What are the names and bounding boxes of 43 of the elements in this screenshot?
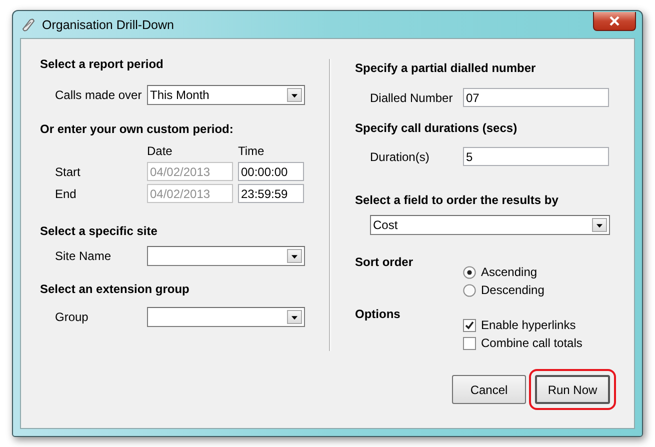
scroll-icon — [20, 16, 36, 32]
checkbox[interactable] — [463, 318, 476, 332]
section-heading: Specify call durations (secs) — [355, 121, 518, 135]
dropdown-field[interactable]: This Month — [147, 85, 305, 105]
section-heading: Select an extension group — [40, 282, 190, 296]
dropdown-field[interactable]: Cost — [370, 215, 610, 235]
window-title: Organisation Drill-Down — [42, 18, 175, 32]
input-field[interactable]: 00:00:00 — [238, 162, 304, 181]
field-label: Start — [54, 164, 82, 178]
field-label: Duration(s) — [369, 150, 430, 164]
section-heading: Options — [355, 307, 402, 321]
caret-icon — [287, 249, 302, 263]
dialog-button[interactable]: Cancel — [452, 375, 526, 404]
close-button[interactable] — [593, 12, 636, 30]
section-heading: Select a specific site — [40, 224, 158, 238]
section-heading: Sort order — [355, 255, 414, 269]
dropdown-field[interactable] — [147, 307, 305, 327]
section-heading: Select a field to order the results by — [355, 193, 560, 207]
caret-icon — [287, 88, 302, 102]
column-label: Time — [238, 144, 264, 158]
input-field[interactable]: 07 — [463, 88, 609, 107]
checkbox[interactable] — [463, 336, 476, 350]
field-label: Site Name — [54, 249, 112, 263]
section-heading: Or enter your own custom period: — [40, 122, 234, 136]
caret-icon — [287, 310, 302, 324]
field-label: Group — [54, 310, 90, 324]
dropdown-field[interactable] — [147, 246, 305, 266]
radio-label[interactable]: Descending — [481, 283, 544, 297]
field-label: Dialled Number — [369, 90, 454, 104]
section-heading: Select a report period — [40, 57, 164, 71]
input-field[interactable]: 23:59:59 — [238, 184, 304, 203]
field-label: Calls made over — [54, 88, 143, 102]
field-label: End — [54, 186, 78, 200]
radio-button[interactable] — [463, 266, 476, 278]
caret-icon — [592, 218, 607, 232]
radio-label[interactable]: Ascending — [481, 265, 538, 279]
close-icon — [609, 16, 620, 26]
column-label: Date — [147, 144, 174, 158]
input-field[interactable]: 5 — [463, 147, 609, 166]
section-heading: Specify a partial dialled number — [355, 61, 537, 75]
radio-button[interactable] — [463, 284, 476, 296]
checkbox-label[interactable]: Combine call totals — [481, 336, 582, 350]
checkbox-label[interactable]: Enable hyperlinks — [481, 318, 576, 332]
